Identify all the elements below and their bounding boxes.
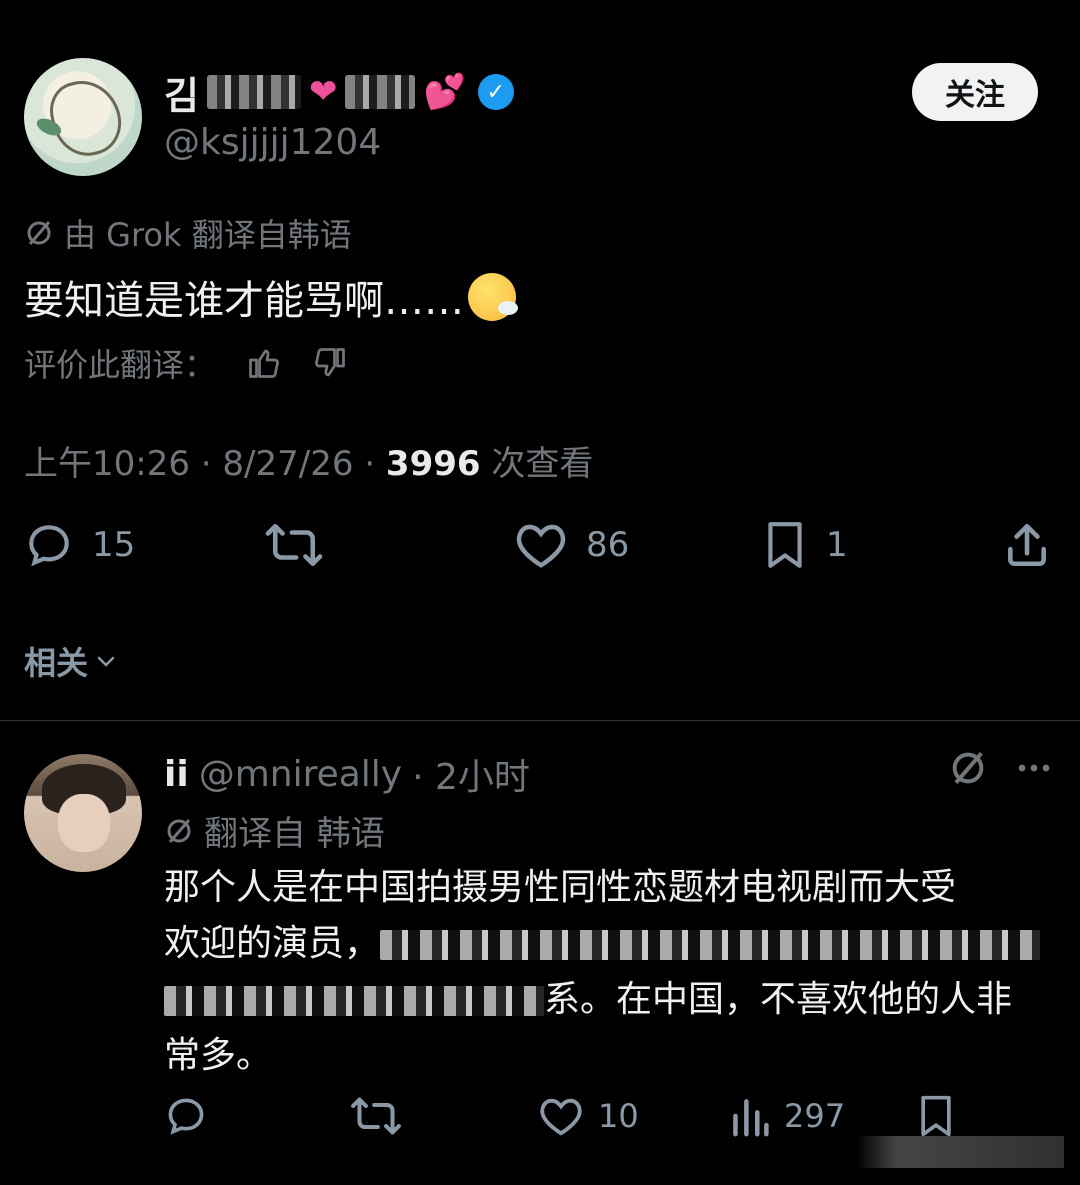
related-dropdown[interactable]: 相关	[24, 638, 118, 684]
reply-handle[interactable]: @mnireally	[199, 754, 402, 795]
tweet-actions: 15 86 1	[24, 520, 1056, 586]
reply-body: 那个人是在中国拍摄男性同性恋题材电视剧而大受 欢迎的演员， 系。在中国，不喜欢他…	[164, 860, 1054, 1084]
reply-icon	[29, 525, 69, 567]
author-display-name: 김	[164, 73, 199, 118]
view-count-label: 次查看	[480, 444, 594, 484]
chevron-down-icon	[97, 656, 115, 667]
censored-name-part	[345, 75, 416, 109]
heart-icon	[540, 1098, 582, 1136]
censored-name-part	[206, 75, 301, 109]
retweet-action[interactable]	[264, 520, 324, 570]
share-action[interactable]	[1002, 520, 1052, 570]
rate-translation: 评价此翻译：	[24, 340, 348, 386]
reply-translation-note-text: 翻译自 韩语	[204, 814, 385, 854]
thumbs-down-icon[interactable]	[312, 345, 348, 381]
retweet-icon	[265, 523, 323, 567]
view-count: 3996	[385, 444, 481, 484]
sneezing-face-emoji-icon	[468, 273, 518, 321]
reply-action[interactable]: 15	[24, 520, 135, 570]
reply-author-avatar[interactable]	[24, 754, 142, 872]
more-options-icon[interactable]	[1014, 748, 1054, 788]
reply-header: ii @mnireally · 2小时	[164, 748, 530, 800]
translation-note[interactable]: 由 Grok 翻译自韩语	[24, 210, 352, 256]
avatar-face	[58, 794, 110, 852]
author-name-row[interactable]: 김 ❤ 💕 ✓	[164, 62, 514, 122]
reply-text-line-end: 系。在中国，不喜欢他的人非	[544, 979, 1013, 1020]
heart-icon	[516, 524, 566, 568]
reply-display-name[interactable]: ii	[164, 754, 189, 795]
reply-header-icons	[948, 748, 1054, 788]
reply-icon	[168, 1098, 204, 1135]
translation-note-text: 由 Grok 翻译自韩语	[64, 216, 352, 254]
translate-icon	[167, 818, 191, 843]
reply-text-line: 欢迎的演员，	[164, 916, 1054, 972]
pink-heart-icon: ❤	[308, 72, 338, 112]
retweet-icon	[351, 1097, 401, 1135]
share-icon	[1008, 523, 1046, 567]
analytics-icon	[733, 1099, 769, 1137]
like-count: 86	[586, 525, 630, 565]
author-handle[interactable]: @ksjjjjj1204	[164, 122, 381, 163]
reply-like-action[interactable]: 10	[538, 1094, 639, 1138]
reply-views-action[interactable]: 297	[730, 1094, 845, 1138]
related-label: 相关	[24, 644, 89, 682]
like-action[interactable]: 86	[514, 520, 629, 570]
verified-badge-icon: ✓	[477, 74, 514, 110]
reply-text-line: 那个人是在中国拍摄男性同性恋题材电视剧而大受	[164, 867, 957, 908]
reply-retweet-action[interactable]	[350, 1094, 402, 1138]
tweet-timestamp[interactable]: 上午10:26 · 8/27/26 ·	[24, 444, 386, 484]
bookmark-icon	[921, 1095, 951, 1137]
bookmark-icon	[768, 522, 802, 568]
translate-icon[interactable]	[948, 748, 988, 788]
censored-text	[380, 930, 1041, 960]
reply-time[interactable]: · 2小时	[412, 748, 530, 800]
tweet-body: 要知道是谁才能骂啊……	[24, 268, 518, 326]
thumbs-up-icon[interactable]	[246, 345, 282, 381]
two-hearts-icon: 💕	[423, 72, 466, 112]
reply-text-line-start: 欢迎的演员，	[164, 923, 381, 964]
tweet-text: 要知道是谁才能骂啊……	[24, 278, 464, 324]
reply-text-line: 常多。	[164, 1035, 273, 1076]
reply-view-count: 297	[784, 1097, 846, 1135]
watermark	[856, 1136, 1064, 1168]
reply-bookmark-action[interactable]	[916, 1094, 956, 1138]
reply-translation-note[interactable]: 翻译自 韩语	[164, 806, 385, 855]
bookmark-count: 1	[826, 525, 848, 565]
bookmark-action[interactable]: 1	[762, 520, 848, 570]
divider	[0, 720, 1080, 721]
tweet-meta: 上午10:26 · 8/27/26 · 3996 次查看	[24, 436, 593, 485]
reply-like-count: 10	[598, 1097, 639, 1135]
translate-icon	[27, 221, 51, 245]
censored-text	[164, 986, 544, 1016]
avatar-illustration	[43, 72, 129, 164]
rate-translation-label: 评价此翻译：	[24, 346, 217, 384]
reply-count: 15	[92, 525, 136, 565]
reply-text-line: 系。在中国，不喜欢他的人非	[164, 972, 1054, 1028]
follow-button[interactable]: 关注	[912, 63, 1038, 121]
reply-reply-action[interactable]	[164, 1094, 208, 1138]
author-avatar[interactable]	[24, 58, 142, 176]
